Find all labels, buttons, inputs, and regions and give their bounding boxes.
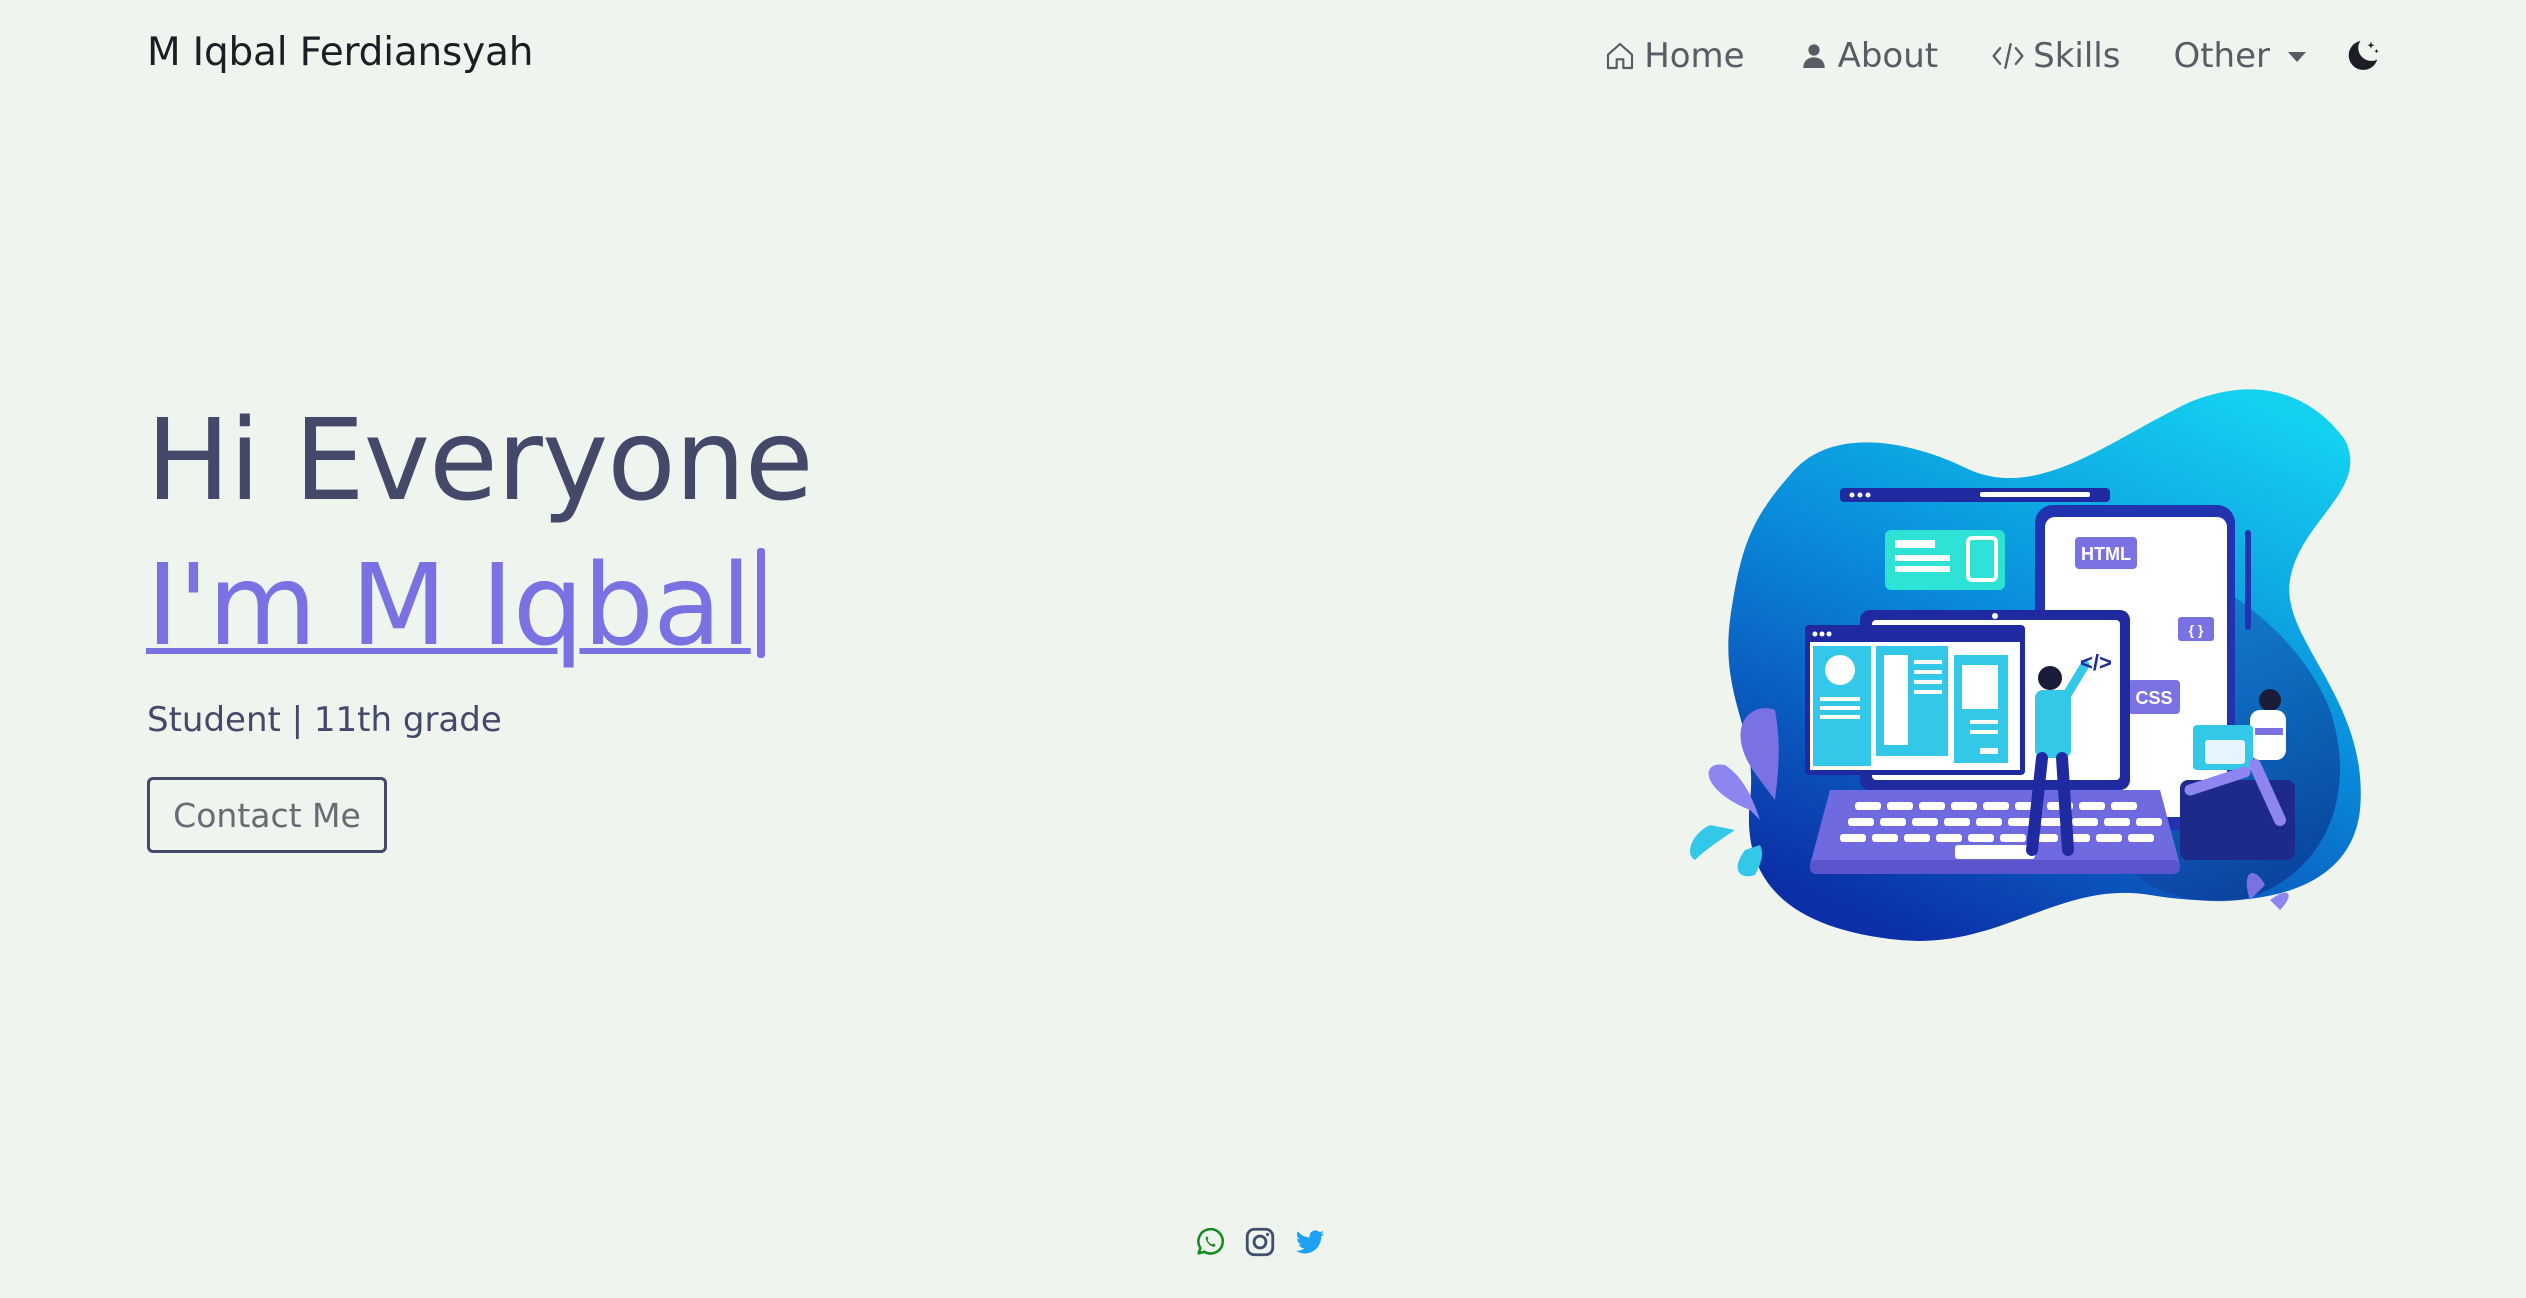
- nav-item-home-label: Home: [1644, 36, 1745, 76]
- braces-label: { }: [2189, 622, 2204, 638]
- brand-link[interactable]: M Iqbal Ferdiansyah: [147, 30, 533, 75]
- html-label: HTML: [2081, 544, 2131, 564]
- whatsapp-link[interactable]: [1190, 1222, 1230, 1262]
- nav-item-skills[interactable]: Skills: [1991, 36, 2120, 76]
- moon-stars-icon: [2348, 40, 2379, 70]
- twitter-link[interactable]: [1290, 1222, 1330, 1262]
- instagram-icon: [1245, 1227, 1275, 1257]
- theme-toggle-button[interactable]: [2344, 37, 2382, 75]
- nav-item-other-label: Other: [2173, 36, 2270, 76]
- nav-item-skills-label: Skills: [2033, 36, 2121, 76]
- nav-item-other[interactable]: Other: [2173, 36, 2306, 76]
- css-label: CSS: [2135, 688, 2172, 708]
- navbar: M Iqbal Ferdiansyah Home About Skills Ot…: [0, 0, 2526, 110]
- twitter-icon: [1295, 1230, 1325, 1254]
- code-icon: [1992, 43, 2024, 69]
- typing-cursor: [756, 548, 765, 658]
- nav-item-home[interactable]: Home: [1604, 36, 1745, 76]
- hero-name: I'm M Iqbal: [146, 548, 765, 662]
- hero-subtitle: Student | 11th grade: [147, 700, 502, 740]
- nav-menu: Home About Skills Other: [1551, 28, 2382, 84]
- hero-name-text: I'm M Iqbal: [146, 541, 752, 671]
- hero-illustration: HTML { } CSS </>: [1680, 380, 2380, 960]
- code-tag-label: </>: [2080, 650, 2112, 675]
- nav-item-about[interactable]: About: [1798, 36, 1939, 76]
- hero-greeting: Hi Everyone: [146, 396, 814, 526]
- home-icon: [1607, 42, 1634, 70]
- user-icon: [1802, 44, 1825, 68]
- instagram-link[interactable]: [1240, 1222, 1280, 1262]
- whatsapp-icon: [1197, 1227, 1225, 1255]
- chevron-down-icon: [2288, 52, 2306, 62]
- nav-item-about-label: About: [1837, 36, 1939, 76]
- contact-me-button[interactable]: Contact Me: [147, 777, 387, 853]
- social-links: [1190, 1222, 1340, 1262]
